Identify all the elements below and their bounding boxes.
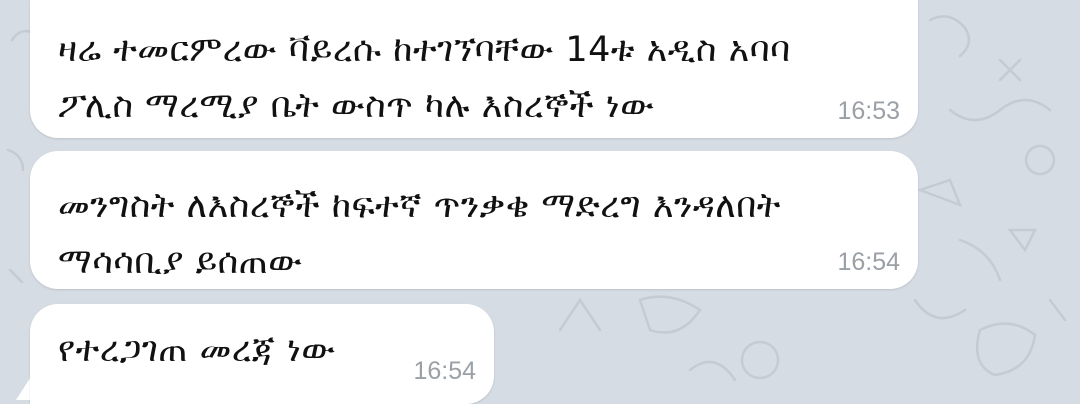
message-bubble[interactable]: የተረጋገጠ መረጃ ነው 16:54 bbox=[30, 304, 494, 404]
message-timestamp: 16:54 bbox=[413, 357, 476, 385]
message-timestamp: 16:54 bbox=[837, 248, 900, 276]
message-bubble[interactable]: መንግስት ለእስረኞች ከፍተኛ ጥንቃቄ ማድረግ እንዳለበት ማሳሳቢያ… bbox=[30, 151, 918, 289]
message-bubble[interactable]: ዛሬ ተመርምረው ቫይረሱ ከተገኘባቸው 14ቱ አዲስ አባባ ፖሊስ ማ… bbox=[30, 0, 918, 138]
message-text: ዛሬ ተመርምረው ቫይረሱ ከተገኘባቸው 14ቱ አዲስ አባባ ፖሊስ ማ… bbox=[58, 30, 791, 126]
message-text: መንግስት ለእስረኞች ከፍተኛ ጥንቃቄ ማድረግ እንዳለበት ማሳሳቢያ… bbox=[58, 186, 781, 282]
message-timestamp: 16:53 bbox=[837, 97, 900, 125]
message-text: የተረጋገጠ መረጃ ነው bbox=[58, 330, 336, 370]
